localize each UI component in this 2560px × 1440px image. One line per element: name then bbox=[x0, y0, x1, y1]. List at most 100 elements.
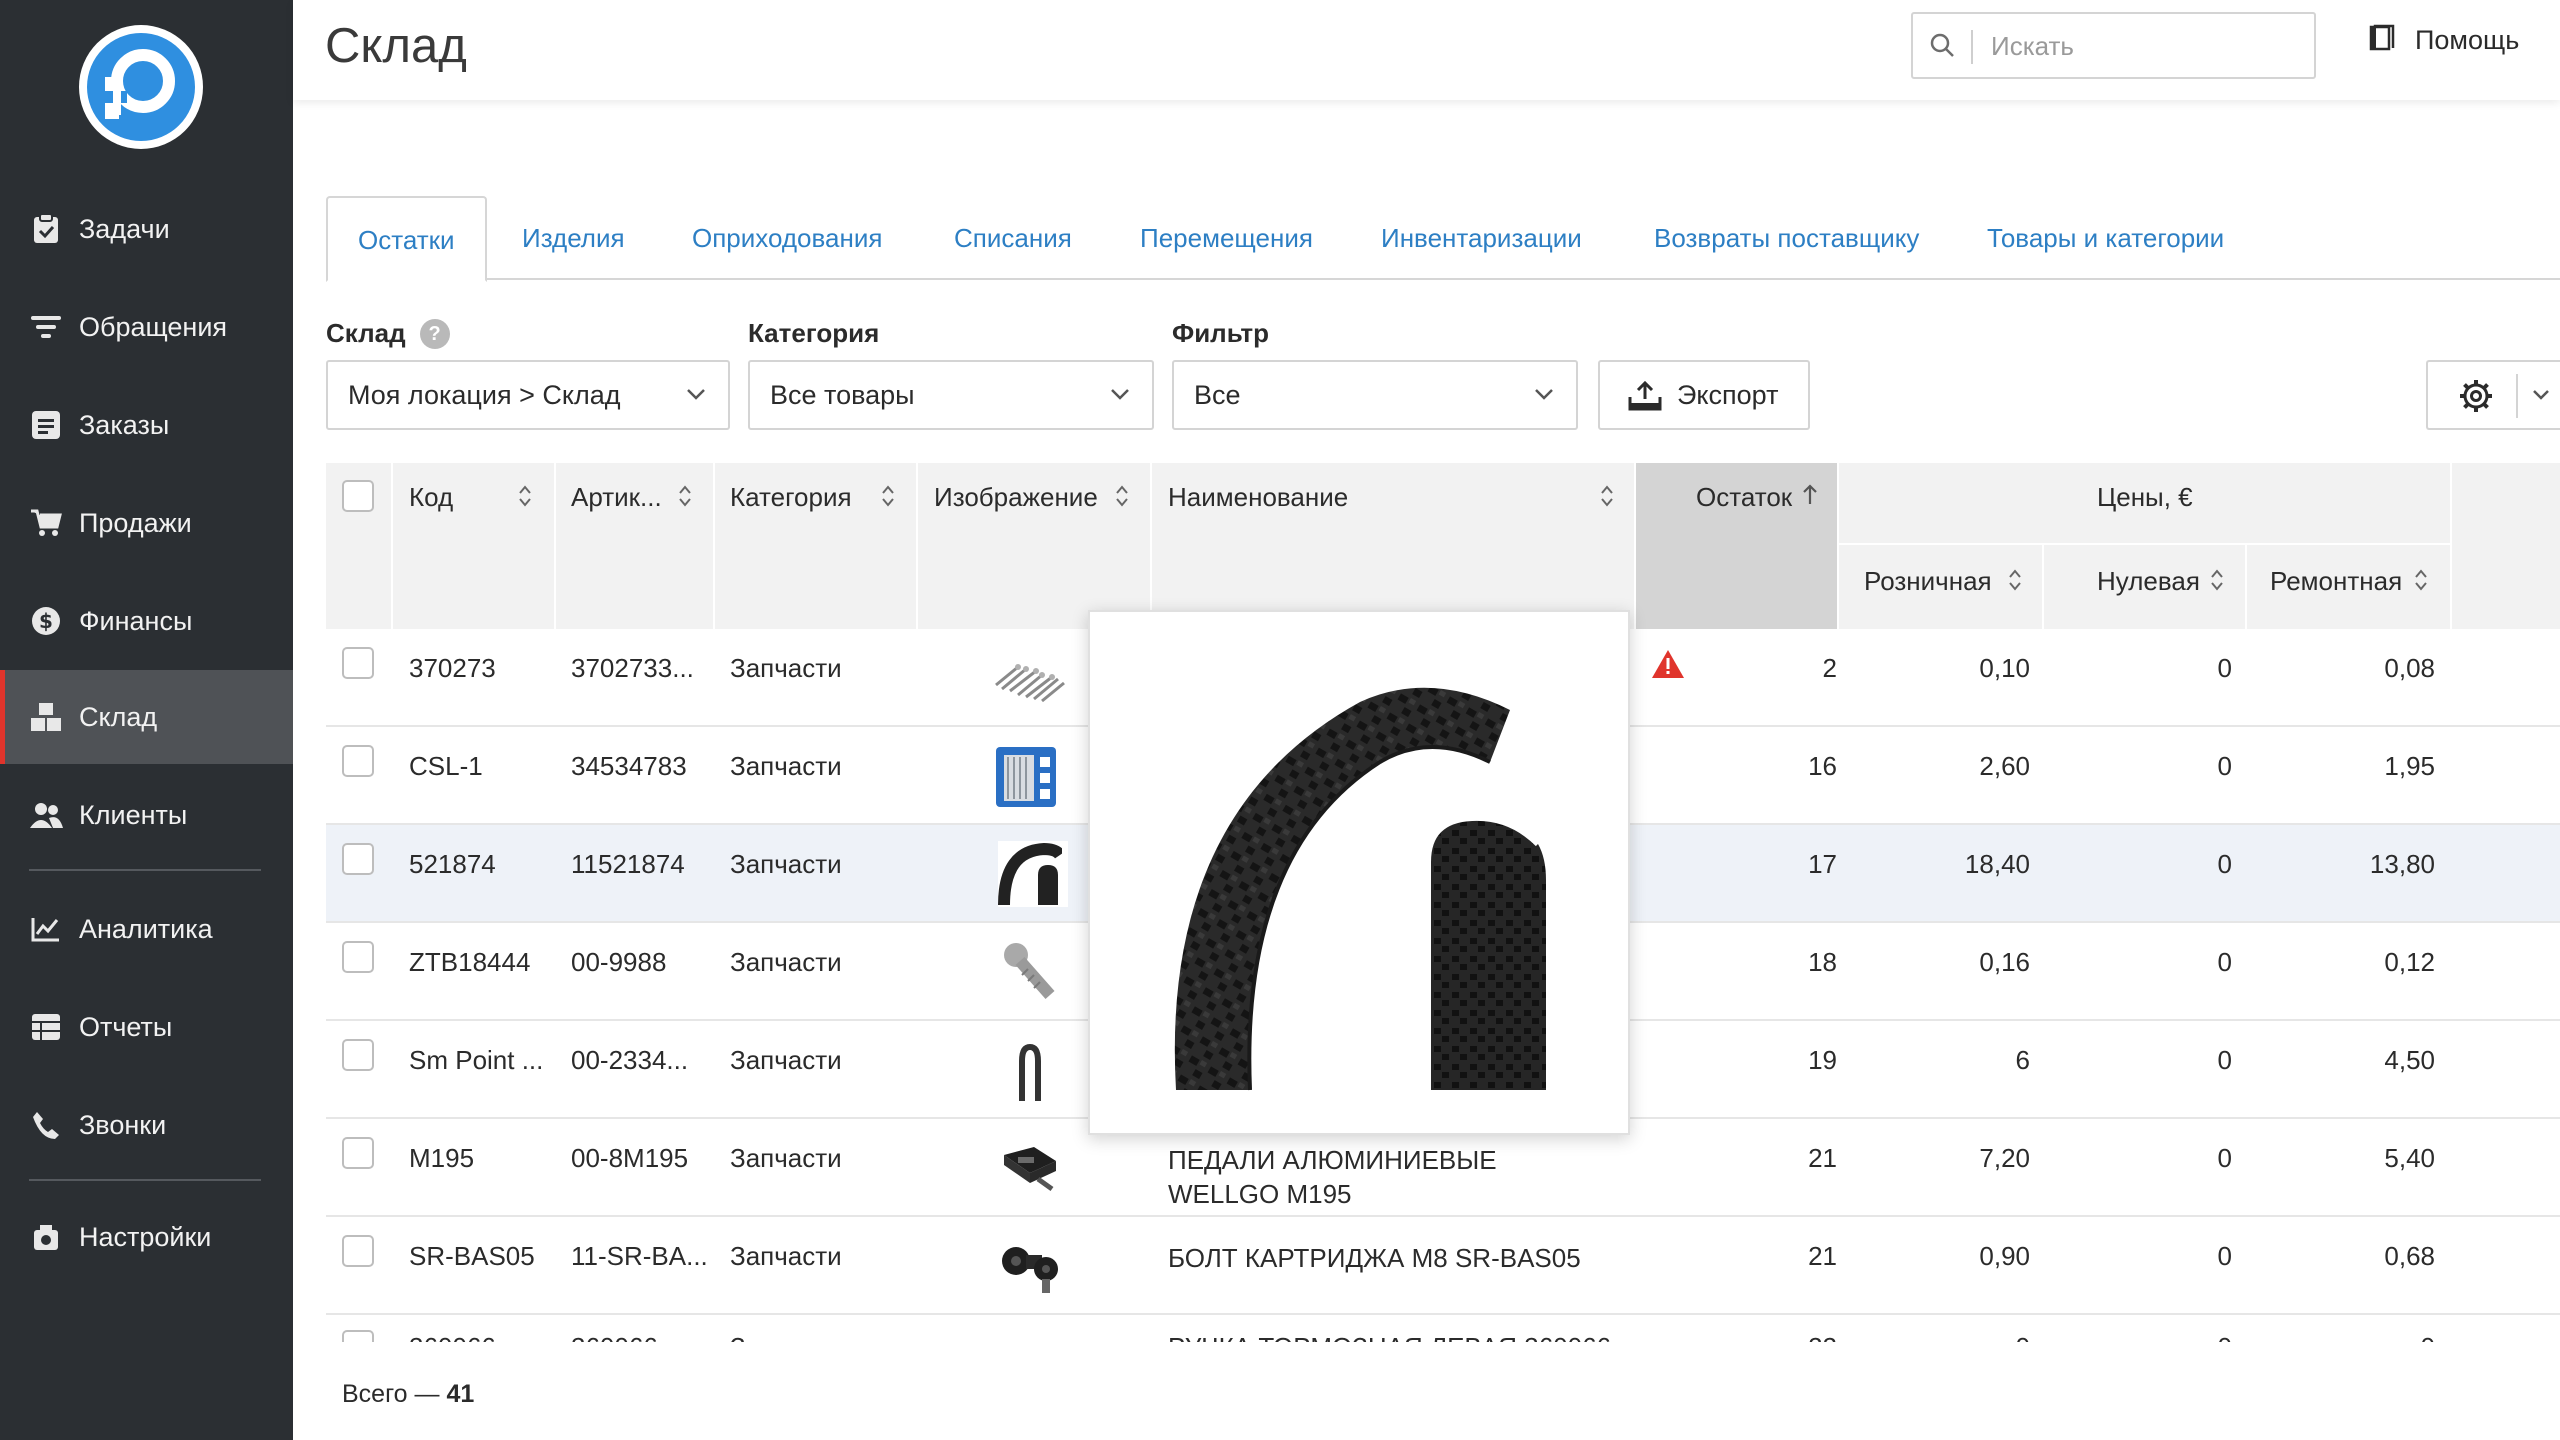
price-subheader-divider bbox=[1838, 543, 2450, 545]
sidebar-item-clients[interactable]: Клиенты bbox=[0, 768, 293, 862]
search-box[interactable] bbox=[1911, 12, 2316, 79]
column-header-stock[interactable]: Остаток bbox=[1696, 482, 1792, 513]
category-select[interactable]: Все товары bbox=[748, 360, 1154, 430]
sidebar-item-analytics[interactable]: Аналитика bbox=[0, 882, 293, 976]
tab-stock[interactable]: Остатки bbox=[326, 196, 487, 282]
table-row-partial[interactable]: 360066 360066 Запчасти РУЧКА ТОРМОЗНАЯ Л… bbox=[326, 1312, 2560, 1342]
column-header-category[interactable]: Категория bbox=[730, 482, 852, 513]
row-checkbox[interactable] bbox=[342, 1137, 374, 1169]
sidebar-divider bbox=[29, 869, 261, 871]
sidebar-item-finance[interactable]: $ Финансы bbox=[0, 574, 293, 668]
help-label: Помощь bbox=[2415, 25, 2520, 55]
cell-category: Запчасти bbox=[730, 751, 842, 781]
sort-icon[interactable] bbox=[2008, 568, 2022, 597]
cell-repair-price: 0,68 bbox=[2384, 1241, 2435, 1271]
help-button[interactable]: Помощь bbox=[2367, 24, 2519, 57]
row-checkbox[interactable] bbox=[342, 941, 374, 973]
product-thumbnail-bolt[interactable] bbox=[998, 939, 1068, 1005]
cell-retail-price: 0 bbox=[2016, 1332, 2030, 1342]
column-header-name[interactable]: Наименование bbox=[1168, 482, 1348, 513]
total-count: Всего — 41 bbox=[342, 1380, 475, 1408]
chevron-down-icon bbox=[2532, 388, 2550, 406]
tab-products[interactable]: Изделия bbox=[522, 196, 625, 280]
cell-retail-price: 2,60 bbox=[1979, 751, 2030, 781]
warehouse-select[interactable]: Моя локация > Склад bbox=[326, 360, 730, 430]
help-book-icon bbox=[2367, 24, 2397, 57]
row-checkbox[interactable] bbox=[342, 843, 374, 875]
sort-icon[interactable] bbox=[1600, 484, 1614, 513]
table-settings-button[interactable] bbox=[2426, 360, 2560, 430]
tab-writeoffs[interactable]: Списания bbox=[954, 196, 1072, 280]
cell-category: Запчасти bbox=[730, 947, 842, 977]
help-question-icon[interactable]: ? bbox=[419, 319, 450, 349]
product-thumbnail-clip[interactable] bbox=[998, 1037, 1068, 1103]
cell-name: ПЕДАЛИ АЛЮМИНИЕВЫЕ WELLGO M195 bbox=[1168, 1145, 1497, 1209]
cell-retail-price: 0,90 bbox=[1979, 1241, 2030, 1271]
category-filter-label: Категория bbox=[748, 318, 880, 348]
cell-repair-price: 0,12 bbox=[2384, 947, 2435, 977]
chart-line-icon bbox=[29, 912, 63, 946]
sort-icon[interactable] bbox=[678, 484, 692, 513]
category-select-value: Все товары bbox=[770, 380, 915, 410]
select-all-checkbox[interactable] bbox=[342, 480, 374, 512]
tab-transfers[interactable]: Перемещения bbox=[1140, 196, 1313, 280]
sidebar-item-label: Продажи bbox=[79, 507, 192, 538]
cell-code: Sm Point ... bbox=[409, 1045, 544, 1075]
sort-ascending-icon[interactable] bbox=[1802, 482, 1818, 511]
row-checkbox[interactable] bbox=[342, 1039, 374, 1071]
cell-repair-price: 13,80 bbox=[2369, 849, 2435, 879]
tab-goods-categories[interactable]: Товары и категории bbox=[1987, 196, 2224, 280]
column-divider bbox=[713, 463, 715, 629]
clipboard-check-icon bbox=[29, 212, 63, 246]
column-divider bbox=[1634, 463, 1636, 629]
cell-category: Запчасти bbox=[730, 849, 842, 879]
svg-text:$: $ bbox=[39, 609, 53, 633]
sort-icon[interactable] bbox=[518, 484, 532, 513]
column-header-repair[interactable]: Ремонтная bbox=[2270, 566, 2402, 597]
sort-icon[interactable] bbox=[881, 484, 895, 513]
sort-icon[interactable] bbox=[1115, 484, 1129, 513]
sidebar-item-sales[interactable]: Продажи bbox=[0, 476, 293, 570]
table-row[interactable]: SR-BAS05 11-SR-BA... Запчасти БОЛТ КАРТР… bbox=[326, 1217, 2560, 1315]
filter-select[interactable]: Все bbox=[1172, 360, 1578, 430]
sidebar-item-warehouse[interactable]: Склад bbox=[0, 670, 293, 764]
row-checkbox[interactable] bbox=[342, 647, 374, 679]
tab-inventories[interactable]: Инвентаризации bbox=[1381, 196, 1582, 280]
cart-icon bbox=[29, 506, 63, 540]
top-bar: Склад Помощь bbox=[293, 0, 2560, 100]
sidebar-item-requests[interactable]: Обращения bbox=[0, 280, 293, 374]
row-checkbox[interactable] bbox=[342, 1330, 374, 1342]
row-checkbox[interactable] bbox=[342, 745, 374, 777]
sidebar-item-reports[interactable]: Отчеты bbox=[0, 980, 293, 1074]
column-header-zero[interactable]: Нулевая bbox=[2097, 566, 2200, 597]
product-thumbnail-cartridge-bolt[interactable] bbox=[998, 1233, 1068, 1299]
cell-code: CSL-1 bbox=[409, 751, 483, 781]
product-thumbnail-spokes[interactable] bbox=[988, 645, 1065, 711]
column-divider bbox=[1150, 463, 1152, 629]
tab-supplier-returns[interactable]: Возвраты поставщику bbox=[1654, 196, 1919, 280]
column-header-article[interactable]: Артик... bbox=[571, 482, 662, 513]
column-header-code[interactable]: Код bbox=[409, 482, 453, 513]
export-button[interactable]: Экспорт bbox=[1598, 360, 1810, 430]
sidebar-item-calls[interactable]: Звонки bbox=[0, 1078, 293, 1172]
sidebar-item-label: Отчеты bbox=[79, 1011, 173, 1042]
tab-receipts[interactable]: Оприходования bbox=[692, 196, 882, 280]
column-header-retail[interactable]: Розничная bbox=[1864, 566, 1992, 597]
cell-category: Запчасти bbox=[730, 1143, 842, 1173]
sidebar-item-settings[interactable]: Настройки bbox=[0, 1190, 293, 1284]
tire-large-image bbox=[1174, 687, 1546, 1091]
cell-stock: 2 bbox=[1822, 653, 1837, 683]
search-input[interactable] bbox=[1991, 28, 2291, 64]
cell-zero-price: 0 bbox=[2217, 1241, 2232, 1271]
product-thumbnail-pedal[interactable] bbox=[998, 1135, 1068, 1201]
sidebar-item-tasks[interactable]: Задачи bbox=[0, 182, 293, 276]
sort-icon[interactable] bbox=[2414, 568, 2428, 597]
product-thumbnail-tire[interactable] bbox=[998, 841, 1068, 907]
product-thumbnail-package[interactable] bbox=[994, 743, 1064, 809]
boxes-icon bbox=[29, 700, 63, 734]
app-logo[interactable] bbox=[79, 25, 203, 149]
row-checkbox[interactable] bbox=[342, 1235, 374, 1267]
sort-icon[interactable] bbox=[2210, 568, 2224, 597]
column-header-image[interactable]: Изображение bbox=[934, 482, 1098, 513]
sidebar-item-orders[interactable]: Заказы bbox=[0, 378, 293, 472]
